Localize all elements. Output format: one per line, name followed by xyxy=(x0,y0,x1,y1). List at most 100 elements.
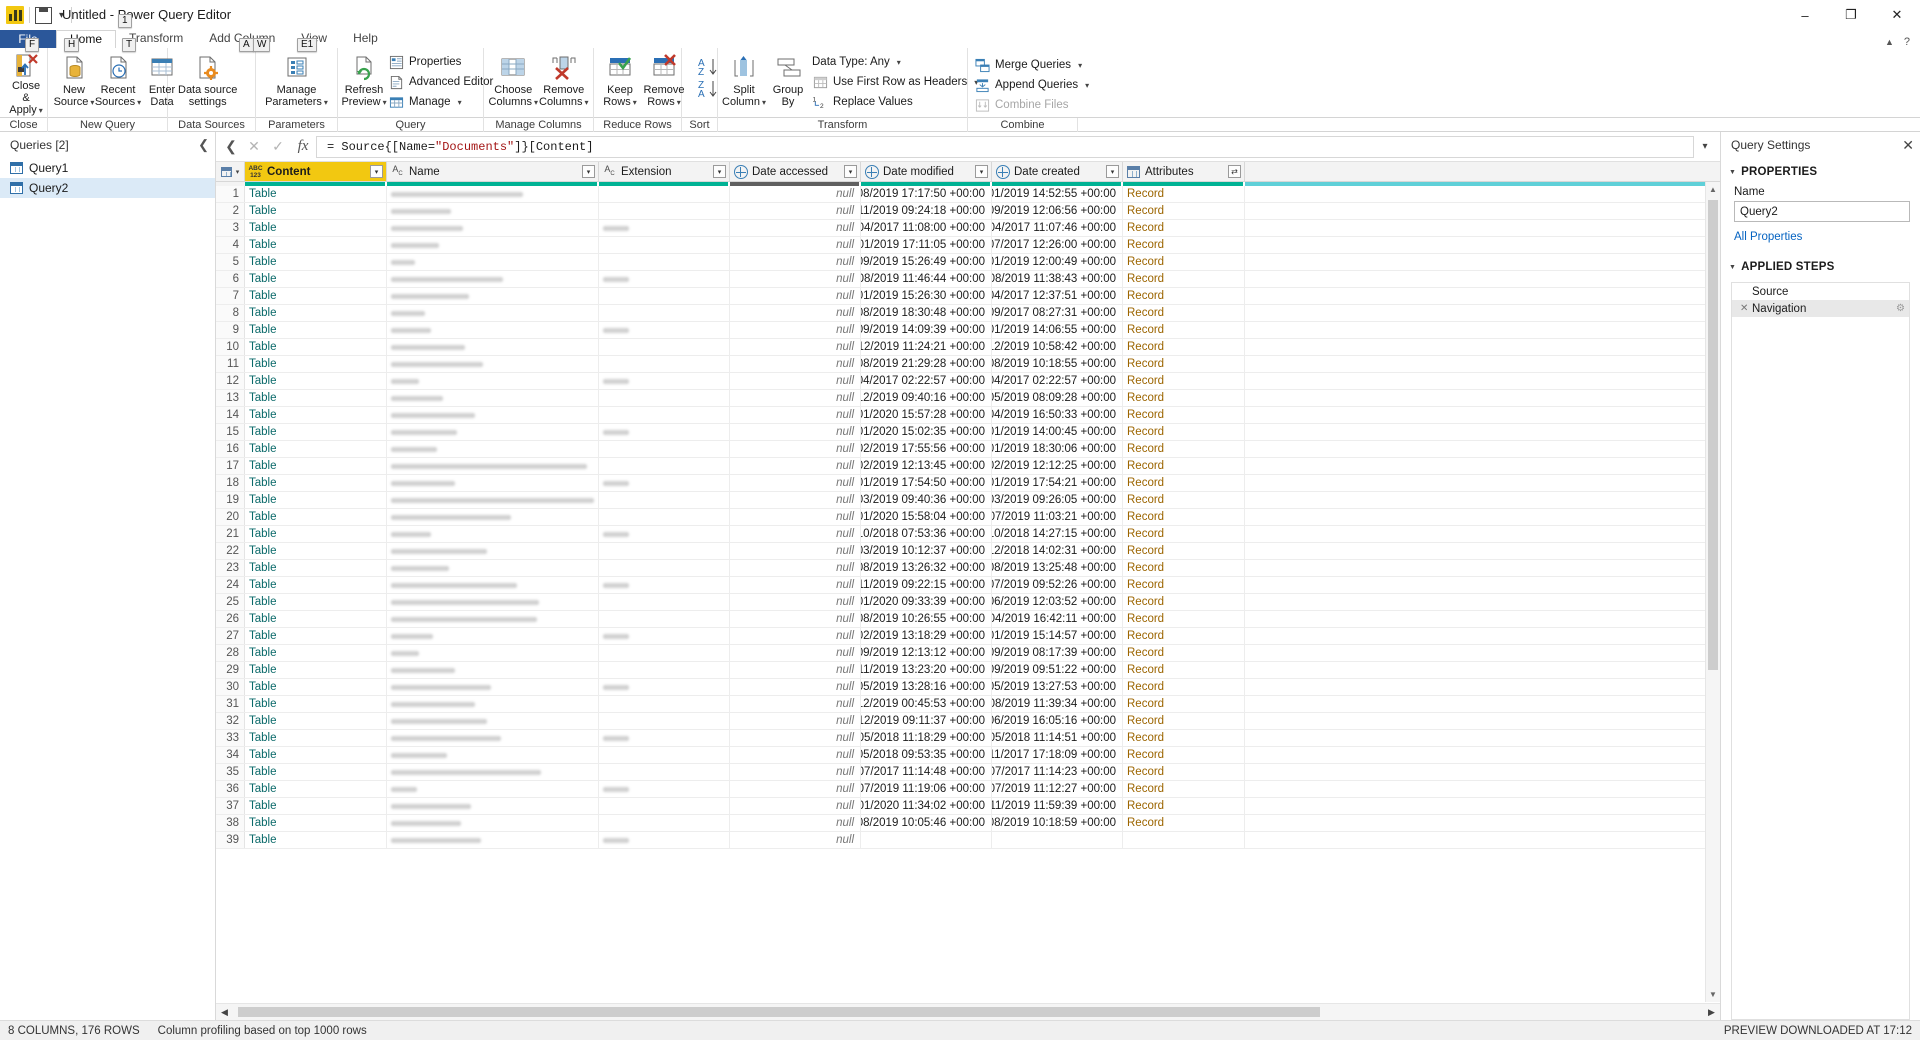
cell-date-accessed[interactable]: null xyxy=(730,560,861,576)
cell-date-accessed[interactable]: null xyxy=(730,832,861,848)
cell-date-modified[interactable]: 05/09/2019 15:26:49 +00:00 xyxy=(861,254,992,270)
append-queries-button[interactable]: Append Queries ▾ xyxy=(972,76,1093,94)
cell-date-created[interactable]: 09/01/2019 17:54:21 +00:00 xyxy=(992,475,1123,491)
cell-date-created[interactable]: 03/07/2019 11:12:27 +00:00 xyxy=(992,781,1123,797)
table-row[interactable]: 5Table null05/09/2019 15:26:49 +00:0024/0… xyxy=(216,254,1720,271)
grid-corner-select-all[interactable]: ▾ xyxy=(216,162,245,181)
column-header-date-accessed[interactable]: Date accessed ▾ xyxy=(730,162,861,181)
properties-button[interactable]: Properties xyxy=(386,53,497,71)
close-button[interactable]: ✕ xyxy=(1874,0,1920,30)
cell-date-accessed[interactable]: null xyxy=(730,424,861,440)
cell-content[interactable]: Table xyxy=(245,594,387,610)
cell-content[interactable]: Table xyxy=(245,713,387,729)
cell-attributes[interactable]: Record xyxy=(1123,288,1245,304)
cell-date-modified[interactable]: 31/01/2020 09:33:39 +00:00 xyxy=(861,594,992,610)
cell-date-created[interactable]: 01/08/2019 10:18:59 +00:00 xyxy=(992,815,1123,831)
column-filter-dropdown[interactable]: ▾ xyxy=(844,165,857,178)
cell-content[interactable]: Table xyxy=(245,832,387,848)
cell-date-created[interactable]: 05/09/2019 12:06:56 +00:00 xyxy=(992,203,1123,219)
cell-content[interactable]: Table xyxy=(245,509,387,525)
cell-attributes[interactable]: Record xyxy=(1123,662,1245,678)
cell-date-created[interactable]: 29/08/2019 11:38:43 +00:00 xyxy=(992,271,1123,287)
cell-attributes[interactable]: Record xyxy=(1123,441,1245,457)
cell-name[interactable] xyxy=(387,577,599,593)
cell-date-created[interactable]: 04/10/2018 14:27:15 +00:00 xyxy=(992,526,1123,542)
cell-date-created[interactable]: 18/04/2017 12:37:51 +00:00 xyxy=(992,288,1123,304)
cell-extension[interactable] xyxy=(599,747,730,763)
table-row[interactable]: 36Table null03/07/2019 11:19:06 +00:0003/… xyxy=(216,781,1720,798)
row-number[interactable]: 35 xyxy=(216,764,245,780)
minimize-button[interactable]: – xyxy=(1782,0,1828,30)
cell-date-modified[interactable]: 11/01/2019 17:11:05 +00:00 xyxy=(861,237,992,253)
cell-date-accessed[interactable]: null xyxy=(730,220,861,236)
cell-date-modified[interactable]: 27/12/2019 09:11:37 +00:00 xyxy=(861,713,992,729)
row-number[interactable]: 12 xyxy=(216,373,245,389)
row-number[interactable]: 23 xyxy=(216,560,245,576)
cell-content[interactable]: Table xyxy=(245,492,387,508)
cell-attributes[interactable]: Record xyxy=(1123,492,1245,508)
column-filter-dropdown[interactable]: ▾ xyxy=(713,165,726,178)
manage-button[interactable]: Manage ▾ xyxy=(386,93,497,111)
cell-content[interactable]: Table xyxy=(245,577,387,593)
cell-attributes[interactable]: Record xyxy=(1123,254,1245,270)
cell-attributes[interactable]: Record xyxy=(1123,815,1245,831)
cell-date-created[interactable]: 03/07/2019 11:03:21 +00:00 xyxy=(992,509,1123,525)
scrollbar-thumb[interactable] xyxy=(1708,200,1718,670)
cell-name[interactable] xyxy=(387,628,599,644)
cell-extension[interactable] xyxy=(599,815,730,831)
cell-date-created[interactable]: 01/08/2019 10:18:55 +00:00 xyxy=(992,356,1123,372)
cell-date-created[interactable]: 29/08/2019 13:25:48 +00:00 xyxy=(992,560,1123,576)
cell-date-created[interactable]: 12/03/2019 09:26:05 +00:00 xyxy=(992,492,1123,508)
row-number[interactable]: 31 xyxy=(216,696,245,712)
row-number[interactable]: 17 xyxy=(216,458,245,474)
cell-name[interactable] xyxy=(387,747,599,763)
row-number[interactable]: 1 xyxy=(216,186,245,202)
cell-name[interactable] xyxy=(387,560,599,576)
scrollbar-thumb[interactable] xyxy=(238,1007,1320,1017)
row-number[interactable]: 10 xyxy=(216,339,245,355)
cell-name[interactable] xyxy=(387,237,599,253)
table-row[interactable]: 34Table null11/05/2018 09:53:35 +00:0003/… xyxy=(216,747,1720,764)
cell-content[interactable]: Table xyxy=(245,424,387,440)
cell-extension[interactable] xyxy=(599,271,730,287)
cell-extension[interactable] xyxy=(599,441,730,457)
row-number[interactable]: 30 xyxy=(216,679,245,695)
table-row[interactable]: 6Table null29/08/2019 11:46:44 +00:0029/0… xyxy=(216,271,1720,288)
grid-rows[interactable]: 1Tablenull08/08/2019 17:17:50 +00:0025/0… xyxy=(216,186,1720,1003)
row-number[interactable]: 24 xyxy=(216,577,245,593)
cell-content[interactable]: Table xyxy=(245,271,387,287)
cell-date-created[interactable]: 03/11/2017 17:18:09 +00:00 xyxy=(992,747,1123,763)
row-number[interactable]: 18 xyxy=(216,475,245,491)
row-number[interactable]: 4 xyxy=(216,237,245,253)
expand-columns-icon[interactable]: ⇄ xyxy=(1228,165,1241,178)
table-row[interactable]: 27Table null07/02/2019 13:18:29 +00:0009/… xyxy=(216,628,1720,645)
cell-date-modified[interactable]: 09/01/2019 17:54:50 +00:00 xyxy=(861,475,992,491)
table-row[interactable]: 1Table null08/08/2019 17:17:50 +00:0025/0… xyxy=(216,186,1720,203)
row-number[interactable]: 11 xyxy=(216,356,245,372)
table-row[interactable]: 23Table null29/08/2019 13:26:32 +00:0029/… xyxy=(216,560,1720,577)
row-number[interactable]: 32 xyxy=(216,713,245,729)
cell-date-created[interactable]: 05/12/2018 14:02:31 +00:00 xyxy=(992,543,1123,559)
cell-date-created[interactable]: 06/02/2019 12:12:25 +00:00 xyxy=(992,458,1123,474)
cell-attributes[interactable]: Record xyxy=(1123,764,1245,780)
column-header-content[interactable]: ABC 123 Content ▾ xyxy=(245,162,387,181)
save-icon[interactable] xyxy=(35,6,52,24)
scroll-up-arrow-icon[interactable]: ▲ xyxy=(1706,182,1720,197)
cell-attributes[interactable]: Record xyxy=(1123,526,1245,542)
cell-date-accessed[interactable]: null xyxy=(730,407,861,423)
cell-extension[interactable] xyxy=(599,832,730,848)
column-filter-dropdown[interactable]: ▾ xyxy=(1106,165,1119,178)
refresh-preview-button[interactable]: Refresh Preview ▾ xyxy=(341,50,387,116)
use-first-row-as-headers-button[interactable]: Use First Row as Headers ▾ xyxy=(810,73,982,91)
cell-extension[interactable] xyxy=(599,696,730,712)
cell-attributes[interactable]: Record xyxy=(1123,645,1245,661)
cell-date-modified[interactable]: 09/01/2020 15:02:35 +00:00 xyxy=(861,424,992,440)
manage-parameters-button[interactable]: Manage Parameters ▾ xyxy=(260,50,333,116)
cell-attributes[interactable]: Record xyxy=(1123,798,1245,814)
cell-date-modified[interactable]: 06/02/2019 12:13:45 +00:00 xyxy=(861,458,992,474)
cell-content[interactable]: Table xyxy=(245,560,387,576)
cell-extension[interactable] xyxy=(599,407,730,423)
table-row[interactable]: 16Table null26/02/2019 17:55:56 +00:0015/… xyxy=(216,441,1720,458)
cell-date-modified[interactable]: 03/07/2019 11:19:06 +00:00 xyxy=(861,781,992,797)
cell-name[interactable] xyxy=(387,594,599,610)
